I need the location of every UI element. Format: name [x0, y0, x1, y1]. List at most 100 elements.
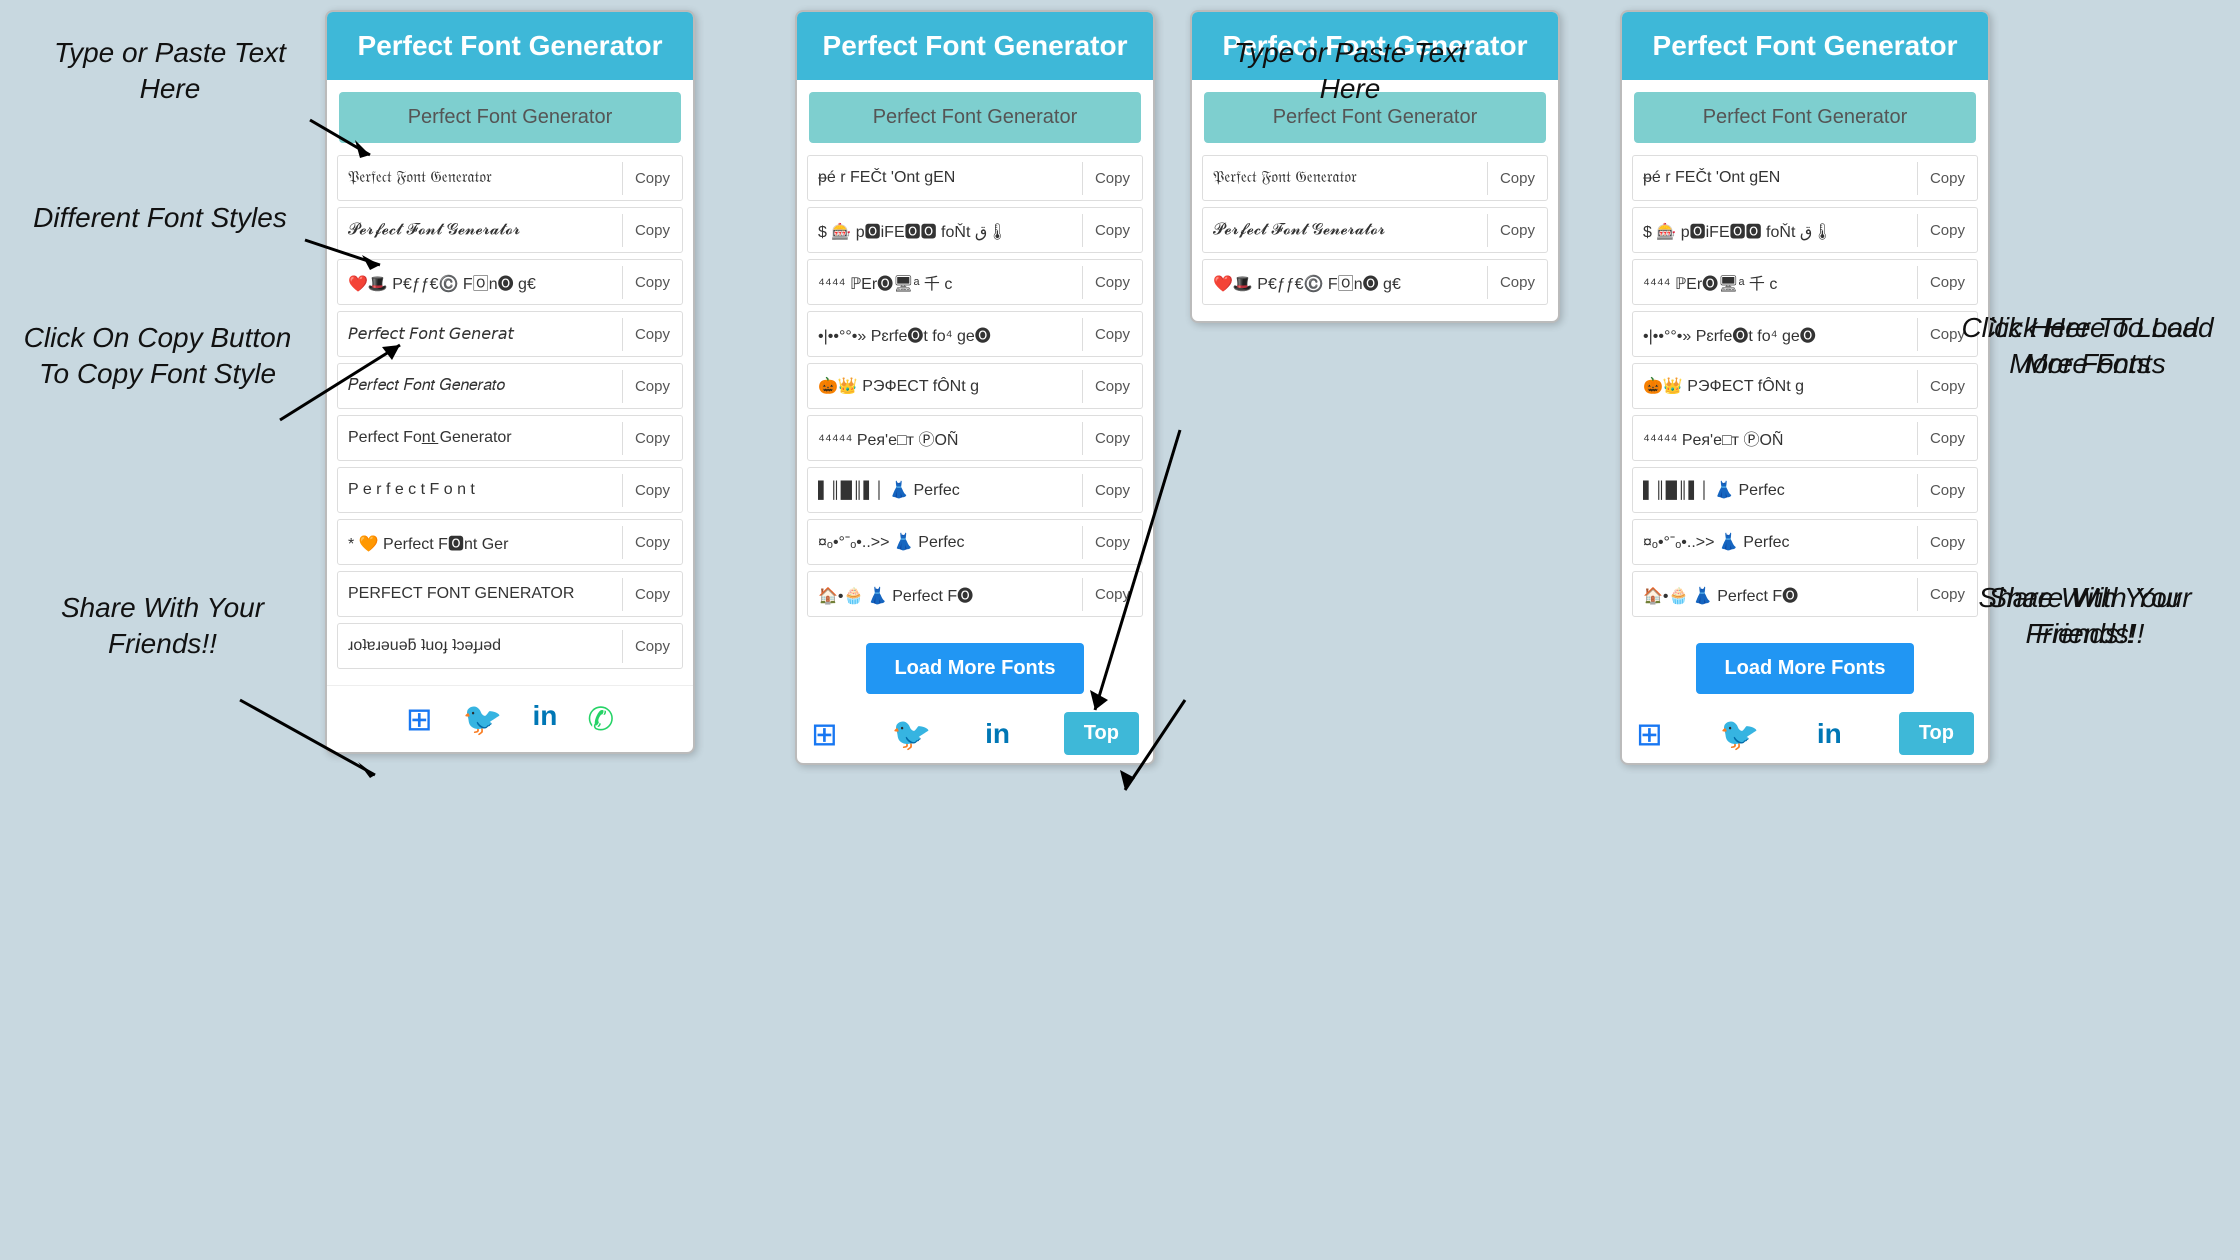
rr-copy-0[interactable]: Copy: [1917, 162, 1977, 195]
left-copy-button-3[interactable]: Copy: [622, 318, 682, 351]
rr-title: Perfect Font Generator: [1634, 30, 1976, 62]
left-font-text: 𝑃𝑒𝑟𝑓𝑒𝑐𝑡 𝐹𝑜𝑛𝑡 𝐺𝑒𝑛𝑒𝑟𝑎𝑡𝑜: [338, 369, 622, 403]
left-font-row: 𝑃𝑒𝑟𝑓𝑒𝑐𝑡 𝐹𝑜𝑛𝑡 𝐺𝑒𝑛𝑒𝑟𝑎𝑡𝑜Copy: [337, 363, 683, 409]
rd-font-list: 𝔓𝔢𝔯𝔣𝔢𝔠𝔱 𝔉𝔬𝔫𝔱 𝔊𝔢𝔫𝔢𝔯𝔞𝔱𝔬𝔯Copy 𝓟𝓮𝓻𝓯𝓮𝓬𝓽 𝓕𝓸𝓷𝓽 𝓖…: [1192, 155, 1558, 321]
right-font-text: $ 🎰 p🅾iFE🅾🅾 foŇt ق🌡: [808, 210, 1082, 250]
left-copy-button-0[interactable]: Copy: [622, 162, 682, 195]
right-input[interactable]: Perfect Font Generator: [809, 92, 1141, 143]
rd-copy-1[interactable]: Copy: [1487, 214, 1547, 247]
left-font-row: 𝓟𝓮𝓻𝓯𝓮𝓬𝓽 𝓕𝓸𝓷𝓽 𝓖𝓮𝓷𝓮𝓻𝓪𝓽𝓸𝓻Copy: [337, 207, 683, 253]
top-button[interactable]: Top: [1064, 712, 1139, 755]
right-font-text: ᵽé r FEČt 'Ont gEN: [808, 161, 1082, 195]
right-copy-button-8[interactable]: Copy: [1082, 578, 1142, 611]
rr-row: •|••°°•» Pɛrfe🅞t fo⁴ ge🅞Copy: [1632, 311, 1978, 357]
left-font-text: 𝔓𝔢𝔯𝔣𝔢𝔠𝔱 𝔉𝔬𝔫𝔱 𝔊𝔢𝔫𝔢𝔯𝔞𝔱𝔬𝔯: [338, 161, 622, 195]
annotation-diff-fonts: Different Font Styles: [25, 200, 295, 236]
left-font-text: ❤️🎩 P€ƒƒ€©️ F🄾n🅞 g€: [338, 262, 622, 302]
right-copy-button-6[interactable]: Copy: [1082, 474, 1142, 507]
right-font-text: •|••°°•» Pɛrfe🅞t fo⁴ ge🅞: [808, 314, 1082, 354]
rr-copy-5[interactable]: Copy: [1917, 422, 1977, 455]
left-font-row: ɹoʇɐɹǝuǝƃ ʇuoɟ ʇɔǝɟɹǝdCopy: [337, 623, 683, 669]
right-font-text: ¤ₒ•°ˉₒ•..>> 👗 Perfec: [808, 524, 1082, 560]
rr-load-more[interactable]: Load More Fonts: [1696, 643, 1913, 694]
left-font-row: P e r f e c t F o n tCopy: [337, 467, 683, 513]
right-font-text: 🎃👑 PЭФЕСT fÔNt g: [808, 368, 1082, 404]
rr-row: ⁴⁴⁴⁴ ℙEr🅞🖥ᵃ 千 cCopy: [1632, 259, 1978, 305]
rd-copy-2[interactable]: Copy: [1487, 266, 1547, 299]
left-font-text: P e r f e c t F o n t: [338, 473, 622, 507]
facebook-icon-left[interactable]: ⊞: [406, 700, 433, 738]
twitter-icon-left[interactable]: 🐦: [463, 700, 503, 738]
rr-font-text: 🏠•🧁 👗 Perfect F🅞: [1633, 574, 1917, 614]
linkedin-icon-left[interactable]: in: [532, 700, 557, 738]
left-copy-button-2[interactable]: Copy: [622, 266, 682, 299]
left-font-row: 𝔓𝔢𝔯𝔣𝔢𝔠𝔱 𝔉𝔬𝔫𝔱 𝔊𝔢𝔫𝔢𝔯𝔞𝔱𝔬𝔯Copy: [337, 155, 683, 201]
rr-input[interactable]: Perfect Font Generator: [1634, 92, 1976, 143]
right-font-row: ▌║█║▌│ 👗 PerfecCopy: [807, 467, 1143, 513]
left-copy-button-5[interactable]: Copy: [622, 422, 682, 455]
rr-row: ⁴⁴⁴⁴⁴ Peя'e□т ⓅOÑCopy: [1632, 415, 1978, 461]
rr-font-list: ᵽé r FEČt 'Ont gENCopy $ 🎰 p🅾iFE🅾🅾 foŇt ق…: [1622, 155, 1988, 633]
rr-ann-load: Click Here To Load More Fonts: [1955, 310, 2205, 383]
right-bottom-bar: ⊞ 🐦 in Top: [797, 704, 1153, 763]
rr-font-text: ¤ₒ•°ˉₒ•..>> 👗 Perfec: [1633, 524, 1917, 560]
twitter-icon-right[interactable]: 🐦: [892, 715, 932, 753]
rr-font-text: ▌║█║▌│ 👗 Perfec: [1633, 472, 1917, 508]
rr-li[interactable]: in: [1817, 718, 1842, 750]
right-copy-button-2[interactable]: Copy: [1082, 266, 1142, 299]
right-font-row: ⁴⁴⁴⁴⁴ Peя'e□т ⓅOÑCopy: [807, 415, 1143, 461]
rr-tw[interactable]: 🐦: [1720, 715, 1760, 753]
left-font-text: PERFECT FONT GENERATOR: [338, 577, 622, 611]
right-font-text: 🏠•🧁 👗 Perfect F🅞: [808, 574, 1082, 614]
rd-copy-0[interactable]: Copy: [1487, 162, 1547, 195]
left-input[interactable]: Perfect Font Generator: [339, 92, 681, 143]
right-font-row: ᵽé r FEČt 'Ont gENCopy: [807, 155, 1143, 201]
right-copy-button-7[interactable]: Copy: [1082, 526, 1142, 559]
left-font-text: * 🧡 Perfect F🅾nt Ger: [338, 522, 622, 562]
right-font-row: ⁴⁴⁴⁴ ℙEr🅞🖥ᵃ 千 cCopy: [807, 259, 1143, 305]
rd-row: 𝔓𝔢𝔯𝔣𝔢𝔠𝔱 𝔉𝔬𝔫𝔱 𝔊𝔢𝔫𝔢𝔯𝔞𝔱𝔬𝔯Copy: [1202, 155, 1548, 201]
rr-font-text: 🎃👑 PЭФЕСT fÔNt g: [1633, 368, 1917, 404]
left-copy-button-8[interactable]: Copy: [622, 578, 682, 611]
right-copy-button-5[interactable]: Copy: [1082, 422, 1142, 455]
right-font-list: ᵽé r FEČt 'Ont gENCopy$ 🎰 p🅾iFE🅾🅾 foŇt ق…: [797, 155, 1153, 633]
right-font-text: ⁴⁴⁴⁴ ℙEr🅞🖥ᵃ 千 c: [808, 262, 1082, 302]
left-copy-button-4[interactable]: Copy: [622, 370, 682, 403]
rr-font-text: ⁴⁴⁴⁴ ℙEr🅞🖥ᵃ 千 c: [1633, 262, 1917, 302]
rd-row: ❤️🎩 P€ƒƒ€©️ F🄾n🅞 g€Copy: [1202, 259, 1548, 305]
right-font-row: 🏠•🧁 👗 Perfect F🅞Copy: [807, 571, 1143, 617]
rr-copy-2[interactable]: Copy: [1917, 266, 1977, 299]
left-copy-button-6[interactable]: Copy: [622, 474, 682, 507]
left-title: Perfect Font Generator: [339, 30, 681, 62]
rr-top[interactable]: Top: [1899, 712, 1974, 755]
left-font-row: * 🧡 Perfect F🅾nt GerCopy: [337, 519, 683, 565]
right-phone: Perfect Font Generator Perfect Font Gene…: [795, 10, 1155, 765]
rd-font-text: 𝓟𝓮𝓻𝓯𝓮𝓬𝓽 𝓕𝓸𝓷𝓽 𝓖𝓮𝓷𝓮𝓻𝓪𝓽𝓸𝓻: [1203, 213, 1487, 247]
left-copy-button-1[interactable]: Copy: [622, 214, 682, 247]
right-font-row: ¤ₒ•°ˉₒ•..>> 👗 PerfecCopy: [807, 519, 1143, 565]
rr-copy-6[interactable]: Copy: [1917, 474, 1977, 507]
facebook-icon-right[interactable]: ⊞: [811, 715, 838, 753]
rr-copy-7[interactable]: Copy: [1917, 526, 1977, 559]
rr-row: $ 🎰 p🅾iFE🅾🅾 foŇt ق🌡Copy: [1632, 207, 1978, 253]
rr-row: ᵽé r FEČt 'Ont gENCopy: [1632, 155, 1978, 201]
right-copy-button-0[interactable]: Copy: [1082, 162, 1142, 195]
annotation-click-copy: Click On Copy Button To Copy Font Style: [10, 320, 305, 393]
left-font-text: ɹoʇɐɹǝuǝƃ ʇuoɟ ʇɔǝɟɹǝd: [338, 629, 622, 663]
right-copy-button-4[interactable]: Copy: [1082, 370, 1142, 403]
rd-font-text: ❤️🎩 P€ƒƒ€©️ F🄾n🅞 g€: [1203, 262, 1487, 302]
left-copy-button-9[interactable]: Copy: [622, 630, 682, 663]
rr-copy-1[interactable]: Copy: [1917, 214, 1977, 247]
load-more-button[interactable]: Load More Fonts: [866, 643, 1083, 694]
left-font-row: 𝘗𝘦𝘳𝘧𝘦𝘤𝘵 𝘍𝘰𝘯𝘵 𝘎𝘦𝘯𝘦𝘳𝘢𝘵Copy: [337, 311, 683, 357]
right-font-text: ▌║█║▌│ 👗 Perfec: [808, 472, 1082, 508]
linkedin-icon-right[interactable]: in: [985, 718, 1010, 750]
rr-fb[interactable]: ⊞: [1636, 715, 1663, 753]
left-copy-button-7[interactable]: Copy: [622, 526, 682, 559]
right-copy-button-3[interactable]: Copy: [1082, 318, 1142, 351]
annotation-share: Share With Your Friends!!: [30, 590, 295, 663]
whatsapp-icon-left[interactable]: ✆: [587, 700, 614, 738]
right-copy-button-1[interactable]: Copy: [1082, 214, 1142, 247]
rr-row: 🏠•🧁 👗 Perfect F🅞Copy: [1632, 571, 1978, 617]
rr-font-text: ⁴⁴⁴⁴⁴ Peя'e□т ⓅOÑ: [1633, 418, 1917, 458]
